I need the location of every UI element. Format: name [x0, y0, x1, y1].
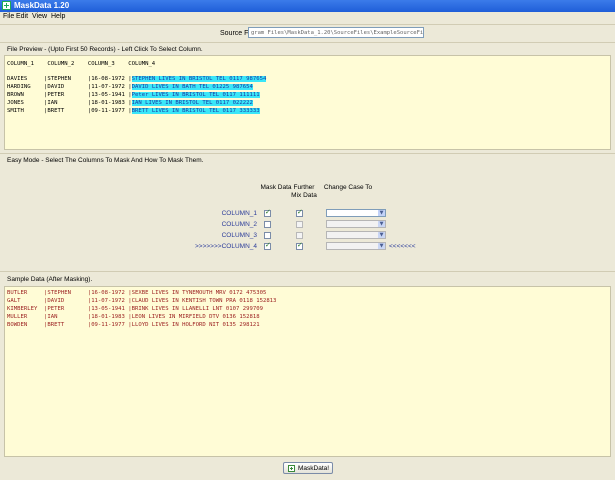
add-icon [288, 465, 295, 472]
source-file-field[interactable]: gram Files\MaskData_1.20\SourceFiles\Exa… [248, 27, 424, 38]
column-4-label: COLUMN_4 [221, 243, 257, 250]
preview-column-header[interactable]: COLUMN_1 COLUMN_2 COLUMN_3 COLUMN_4 [7, 61, 155, 67]
selected-column-pointer-right: <<<<<<< [389, 243, 416, 250]
column-3-mix-checkbox [296, 232, 303, 239]
divider [0, 153, 615, 154]
menu-bar: File Edit View Help [0, 12, 615, 22]
selected-column-cell: BRETT LIVES IN BRISTOL TEL 0117 333333 [131, 108, 260, 114]
file-preview-panel[interactable]: COLUMN_1 COLUMN_2 COLUMN_3 COLUMN_4 DAVI… [4, 55, 611, 150]
column-2-case-select: ▼ [326, 220, 386, 228]
column-3-mask-checkbox[interactable] [264, 232, 271, 239]
column-1-label: COLUMN_1 [221, 210, 257, 217]
divider [0, 24, 615, 25]
column-2-mix-checkbox [296, 221, 303, 228]
column-4-mix-checkbox[interactable] [296, 241, 303, 250]
chevron-down-icon: ▼ [378, 243, 385, 249]
column-4-mask-checkbox[interactable] [264, 241, 271, 250]
chevron-down-icon: ▼ [378, 221, 385, 227]
column-2-label: COLUMN_2 [221, 221, 257, 228]
preview-row[interactable]: HARDING |DAVID |11-07-1972 |DAVID LIVES … [7, 84, 253, 90]
column-1-mask-checkbox[interactable] [264, 208, 271, 217]
sample-row: BUTLER |STEPHEN |16-08-1972 |SEXBE LIVES… [7, 290, 267, 296]
column-4-case-select: ▼ [326, 242, 386, 250]
preview-row[interactable]: DAVIES |STEPHEN |16-08-1972 |STEPHEN LIV… [7, 76, 267, 82]
selected-column-cell: Peter LIVES IN BRISTOL TEL 0117 111111 [131, 92, 260, 98]
sample-row: GALT |DAVID |11-07-1972 |CLAUD LIVES IN … [7, 298, 277, 304]
selected-column-cell: DAVID LIVES IN BATH TEL 01225 987654 [131, 84, 253, 90]
mask-data-header: Mask Data [260, 184, 292, 191]
preview-heading: File Preview - (Upto First 50 Records) -… [7, 46, 203, 53]
column-2-mask-checkbox[interactable] [264, 221, 271, 228]
column-1-case-select[interactable]: ▼ [326, 209, 386, 217]
divider [0, 271, 615, 272]
title-bar: MaskData 1.20 [0, 0, 615, 12]
selected-column-cell: STEPHEN LIVES IN BRISTOL TEL 0117 987654 [131, 76, 267, 82]
sample-data-heading: Sample Data (After Masking). [7, 276, 93, 283]
chevron-down-icon: ▼ [378, 232, 385, 238]
sample-data-panel[interactable]: BUTLER |STEPHEN |16-08-1972 |SEXBE LIVES… [4, 286, 611, 457]
menu-file[interactable]: File [3, 13, 14, 20]
preview-row[interactable]: JONES |IAN |18-01-1983 |IAN LIVES IN BRI… [7, 100, 253, 106]
column-1-mix-checkbox[interactable] [296, 208, 303, 217]
sample-row: KIMBERLEY |PETER |13-05-1941 |BRINK LIVE… [7, 306, 263, 312]
app-icon [2, 1, 11, 10]
menu-edit[interactable]: Edit [16, 13, 28, 20]
easy-mode-heading: Easy Mode - Select The Columns To Mask A… [7, 157, 204, 164]
preview-row[interactable]: BROWN |PETER |13-05-1941 |Peter LIVES IN… [7, 92, 260, 98]
mask-data-button[interactable]: MaskData! [283, 462, 333, 474]
menu-view[interactable]: View [32, 13, 47, 20]
chevron-down-icon: ▼ [378, 210, 385, 216]
column-3-case-select: ▼ [326, 231, 386, 239]
sample-row: MULLER |IAN |18-01-1983 |LEON LIVES IN M… [7, 314, 260, 320]
column-3-label: COLUMN_3 [221, 232, 257, 239]
selected-column-cell: IAN LIVES IN BRISTOL TEL 0117 022222 [131, 100, 253, 106]
menu-help[interactable]: Help [51, 13, 65, 20]
preview-row[interactable]: SMITH |BRETT |09-11-1977 |BRETT LIVES IN… [7, 108, 260, 114]
change-case-header: Change Case To [323, 184, 373, 191]
mix-data-header: Further Mix Data [291, 184, 317, 199]
sample-row: BOWDEN |BRETT |09-11-1977 |LLOYD LIVES I… [7, 322, 260, 328]
window-title: MaskData 1.20 [14, 1, 70, 10]
divider [0, 42, 615, 43]
